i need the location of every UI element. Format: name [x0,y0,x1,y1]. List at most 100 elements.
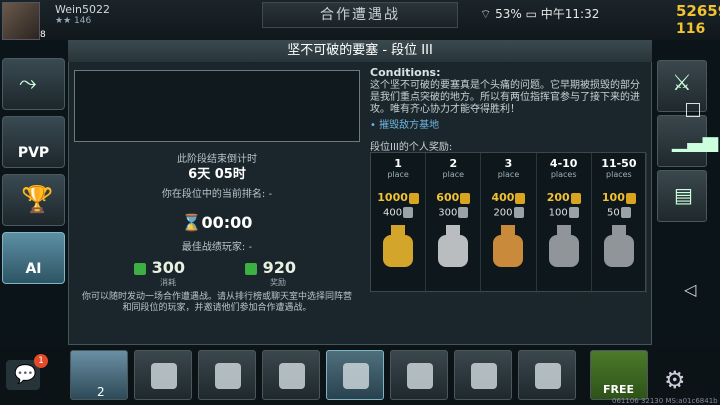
reward-column: 4-10 places 200 100 [537,153,592,293]
commander-button[interactable] [198,350,256,400]
reward-silver: 100 [537,207,591,219]
rewards-label: 段位III的个人奖励: [370,142,453,153]
reward-rank: 4-10 [549,157,578,170]
reward-silver: 300 [426,207,480,219]
wifi-icon: ⌔ [480,7,492,21]
cost-label: 消耗 [160,278,176,287]
reward-column: 2 place 600 300 [426,153,482,293]
reward-column: 3 place 400 200 [481,153,537,293]
commander-icon [215,363,241,389]
reward-value: 920 [262,258,296,277]
gold-icon [570,192,581,204]
battery-level: 53% [495,7,522,21]
route-icon: ⤳ [19,71,37,96]
silver-icon [513,207,524,218]
medal-icon [601,224,637,269]
home-icon[interactable] [686,103,700,117]
right-report-button[interactable]: ▤ [657,170,707,222]
reward-column: 1 place 1000 400 [371,153,427,293]
screen-title: 合作遭遇战 [262,2,458,28]
gold-icon [625,192,636,204]
medal-icon [380,224,416,269]
silver-icon [134,262,146,275]
medal-icon [435,224,471,269]
mission-description: 这个坚不可破的要塞真是个头痛的问题。它早期被损毁的部分是我们重点突破的地方。所以… [370,80,640,115]
gold-icon [460,192,471,204]
group-icon [407,363,433,389]
battle-timer: ⌛00:00 [74,213,360,232]
silver-icon [245,262,257,275]
reward-gold: 100 [592,191,646,204]
reward-silver: 200 [481,207,535,219]
ai-label: AI [25,261,42,277]
upgrade-button[interactable] [262,350,320,400]
reward-rank: 3 [504,157,513,170]
hourglass-icon: ⌛ [181,213,202,232]
gold-icon [408,192,419,204]
list-icon [151,363,177,389]
base-button[interactable] [454,350,512,400]
medal-icon [546,224,582,269]
reward-gold: 600 [426,191,480,204]
nav-missions-button[interactable]: ⤳ [2,58,65,110]
cost-value: 300 [151,258,185,277]
footer-text: 你可以随时发动一场合作遭遇战。请从排行榜或聊天室中选择同阵营和同段位的玩家，并邀… [81,292,352,313]
player-name: Wein5022 [55,3,111,16]
chat-button[interactable]: 💬 1 [6,354,48,390]
trophy-icon: 🏆 [21,185,54,215]
cost-silver: 300 [134,258,185,277]
countdown-value: 6天 05时 [188,167,246,182]
back-icon[interactable]: ◁ [684,280,696,299]
reward-rank-sub: places [606,170,632,179]
silver-icon [403,207,414,218]
objective: • 摧毁敌方基地 [370,120,440,131]
current-rank: 你在段位中的当前排名: - [161,189,273,200]
gold-counter[interactable]: 52659 [676,2,720,20]
battle-button[interactable] [326,350,384,400]
player-level: 8 [40,30,46,40]
reward-rank: 11-50 [601,157,637,170]
cart-icon [535,363,561,389]
reward-silver: 400 [371,207,425,219]
star-icon: ★★ [55,16,72,26]
panel-title: 坚不可破的要塞 - 段位 III [68,40,652,62]
building-icon [471,363,497,389]
bars-icon: ▁▃▅ [672,128,719,152]
reward-label: 奖励 [270,278,286,287]
timer-value: 00:00 [201,213,253,232]
silver-icon [620,207,631,218]
conditions-title: Conditions: [370,66,441,79]
settings-gear-icon[interactable]: ⚙ [664,366,686,394]
free-gold-button[interactable]: FREE [590,350,648,400]
reward-rank: 1 [394,157,402,170]
pvp-label: PVP [17,145,50,161]
gold-value: 52659 [676,2,720,20]
silver-icon [568,207,579,218]
shop-button[interactable] [518,350,576,400]
rank-points: ★★ 146 [55,16,91,26]
player-avatar[interactable] [2,2,40,40]
status-bar: ⌔ 53% ▭ 中午11:32 [480,5,599,22]
reward-rank-sub: place [387,170,409,179]
silver-counter[interactable]: 116 [676,21,705,37]
rank-points-value: 146 [74,16,92,26]
nav-ai-button[interactable]: AI [2,232,65,284]
chat-badge: 1 [34,354,48,368]
nav-pvp-button[interactable]: PVP [2,116,65,168]
silver-value: 116 [676,21,706,37]
list-button[interactable] [134,350,192,400]
reward-gold: 200 [537,191,591,204]
reward-silver: 50 [592,207,646,219]
chat-icon: 💬 [14,364,37,385]
build-info: 061106 32130 MS:a01c6841b [612,397,718,405]
rewards-table: 1 place 1000 400 2 place 600 300 3 place 400 200 4-1… [370,152,647,293]
crate-button[interactable]: 2 [70,350,128,400]
reward-silver: 920 [245,258,296,277]
nav-trophy-button[interactable]: 🏆 [2,174,65,226]
right-stats-button[interactable]: ▁▃▅ [657,115,718,167]
gold-icon [515,192,526,204]
reward-gold: 1000 [371,191,425,204]
clan-button[interactable] [390,350,448,400]
free-label: FREE [603,383,635,396]
medal-icon [490,224,526,269]
